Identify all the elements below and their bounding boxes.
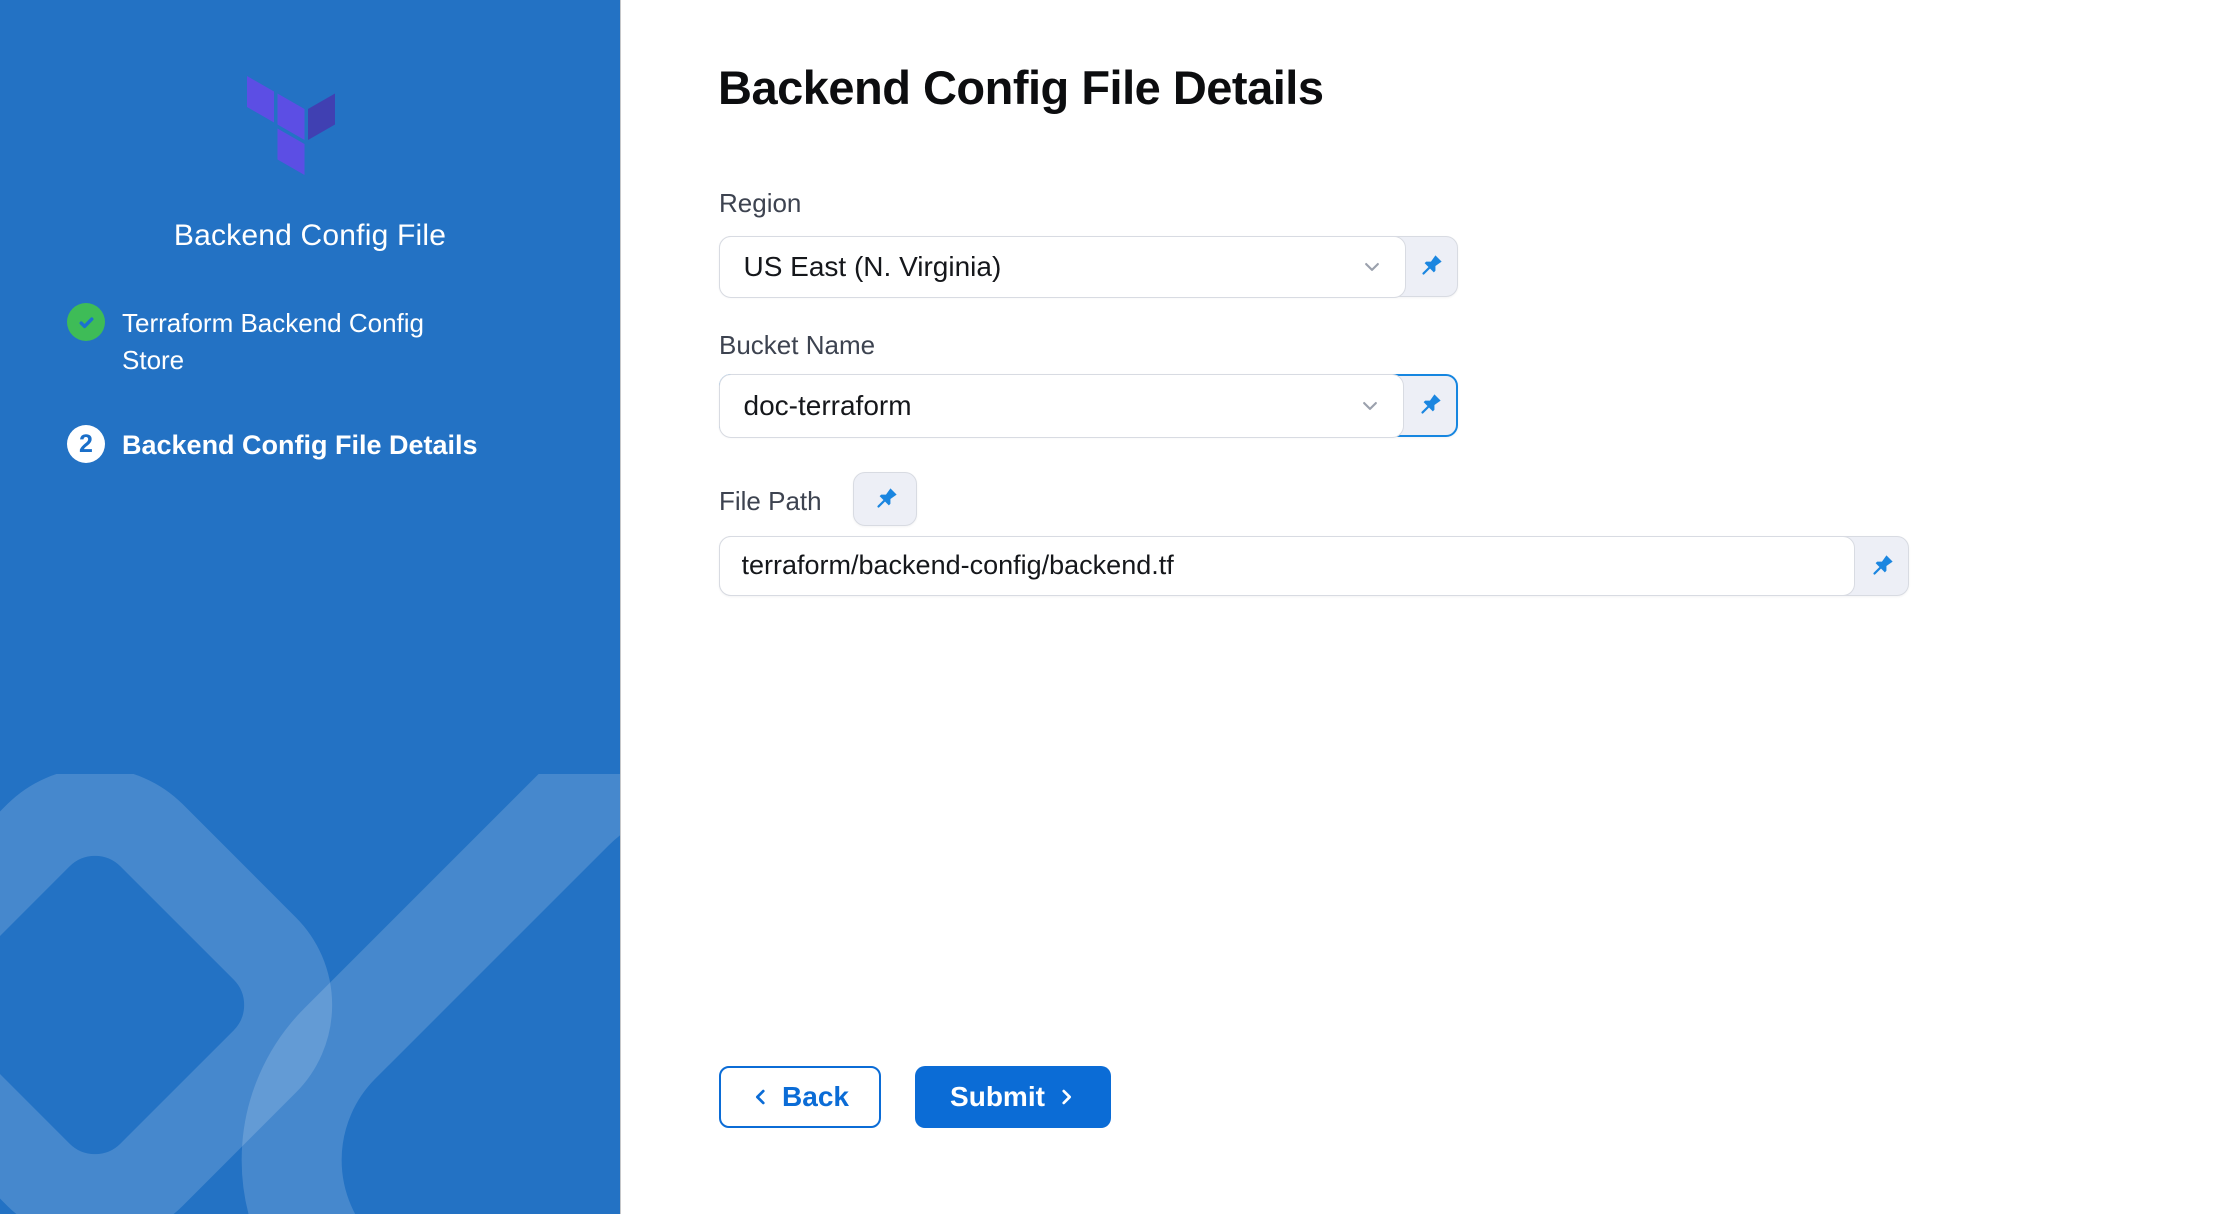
wizard-actions: Back Submit: [719, 1066, 1111, 1128]
pin-icon: [1416, 392, 1443, 419]
file-path-pin-button[interactable]: [1854, 537, 1908, 595]
file-path-input[interactable]: [719, 536, 1855, 596]
bucket-name-label: Bucket Name: [719, 330, 875, 361]
pin-icon: [1868, 553, 1895, 580]
bucket-name-pin-button[interactable]: [1402, 376, 1456, 435]
submit-button-label: Submit: [950, 1081, 1045, 1113]
bucket-name-select-group: doc-terraform: [719, 374, 1458, 437]
wizard-window: Backend Config File Terraform Backend Co…: [0, 0, 2230, 1214]
terraform-logo-icon: [247, 76, 335, 176]
step-label: Terraform Backend Config Store: [122, 303, 462, 379]
sidebar-step-backend-config-file-details[interactable]: 2 Backend Config File Details: [67, 425, 542, 464]
watermark-logo: [0, 774, 620, 1214]
sidebar-step-terraform-backend-config-store[interactable]: Terraform Backend Config Store: [67, 303, 462, 379]
step-number-badge: 2: [67, 425, 105, 463]
chevron-down-icon: [1361, 257, 1383, 277]
pin-icon: [872, 486, 899, 513]
wizard-title: Backend Config File: [0, 219, 620, 253]
main-content: Backend Config File Details Region US Ea…: [621, 0, 2230, 1214]
chevron-left-icon: [751, 1086, 770, 1108]
file-path-label: File Path: [719, 486, 822, 517]
step-label: Backend Config File Details: [122, 425, 542, 464]
step-completed-badge: [67, 303, 105, 341]
back-button[interactable]: Back: [719, 1066, 881, 1128]
chevron-down-icon: [1359, 396, 1381, 416]
page-title: Backend Config File Details: [718, 60, 1323, 115]
file-path-label-pin-button[interactable]: [853, 472, 917, 526]
region-select-group: US East (N. Virginia): [719, 236, 1458, 297]
region-pin-button[interactable]: [1403, 237, 1457, 296]
pin-icon: [1417, 253, 1444, 280]
back-button-label: Back: [782, 1081, 849, 1113]
submit-button[interactable]: Submit: [915, 1066, 1111, 1128]
sidebar: Backend Config File Terraform Backend Co…: [0, 0, 621, 1214]
bucket-name-select[interactable]: doc-terraform: [719, 374, 1404, 438]
region-select[interactable]: US East (N. Virginia): [719, 236, 1406, 298]
check-icon: [75, 311, 98, 334]
step-number: 2: [79, 432, 93, 457]
region-label: Region: [719, 188, 801, 219]
chevron-right-icon: [1057, 1086, 1076, 1108]
bucket-name-selected-value: doc-terraform: [744, 390, 912, 422]
file-path-input-group: [719, 536, 1909, 596]
region-selected-value: US East (N. Virginia): [744, 251, 1002, 283]
